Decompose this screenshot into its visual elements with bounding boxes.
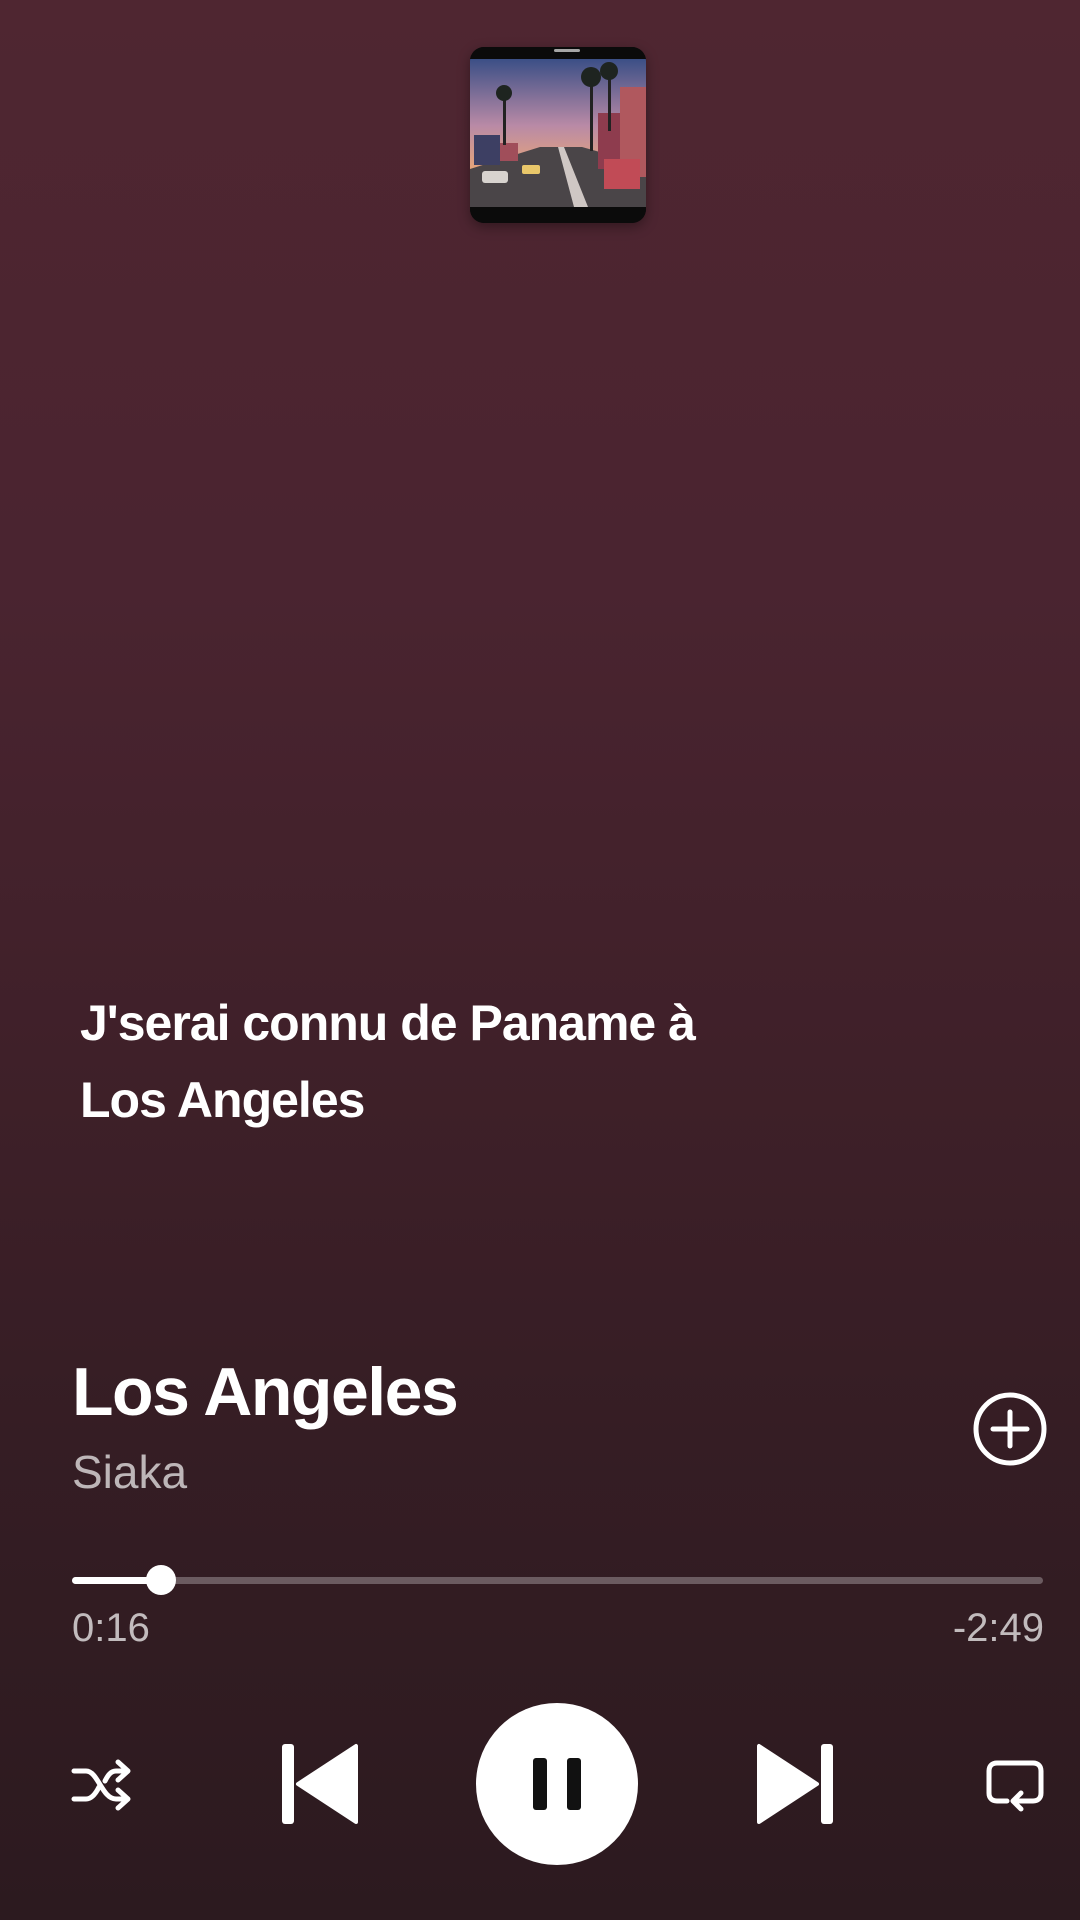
pause-icon bbox=[533, 1758, 581, 1810]
track-artist[interactable]: Siaka bbox=[72, 1444, 187, 1500]
shuffle-button[interactable] bbox=[70, 1757, 134, 1813]
pause-button[interactable] bbox=[476, 1703, 638, 1865]
repeat-icon bbox=[986, 1760, 1044, 1812]
track-title[interactable]: Los Angeles bbox=[72, 1352, 459, 1432]
skip-next-icon bbox=[757, 1744, 833, 1824]
lyric-line: Los Angeles bbox=[80, 1072, 365, 1128]
next-button[interactable] bbox=[755, 1742, 835, 1826]
shuffle-icon bbox=[71, 1759, 131, 1811]
lyrics-current-line[interactable]: J'serai connu de Paname à Los Angeles bbox=[80, 985, 960, 1139]
repeat-button[interactable] bbox=[985, 1757, 1045, 1813]
add-circle-icon bbox=[973, 1392, 1047, 1466]
lyric-line: J'serai connu de Paname à bbox=[80, 995, 696, 1051]
album-art[interactable] bbox=[470, 47, 646, 223]
elapsed-time: 0:16 bbox=[72, 1606, 150, 1650]
add-to-library-button[interactable] bbox=[971, 1390, 1049, 1468]
remaining-time: -2:49 bbox=[952, 1606, 1044, 1650]
album-cover-image bbox=[470, 47, 646, 223]
progress-thumb[interactable] bbox=[146, 1565, 177, 1595]
previous-button[interactable] bbox=[280, 1742, 360, 1826]
progress-bar[interactable] bbox=[72, 1565, 1043, 1595]
progress-track bbox=[72, 1577, 1043, 1584]
skip-previous-icon bbox=[282, 1744, 358, 1824]
